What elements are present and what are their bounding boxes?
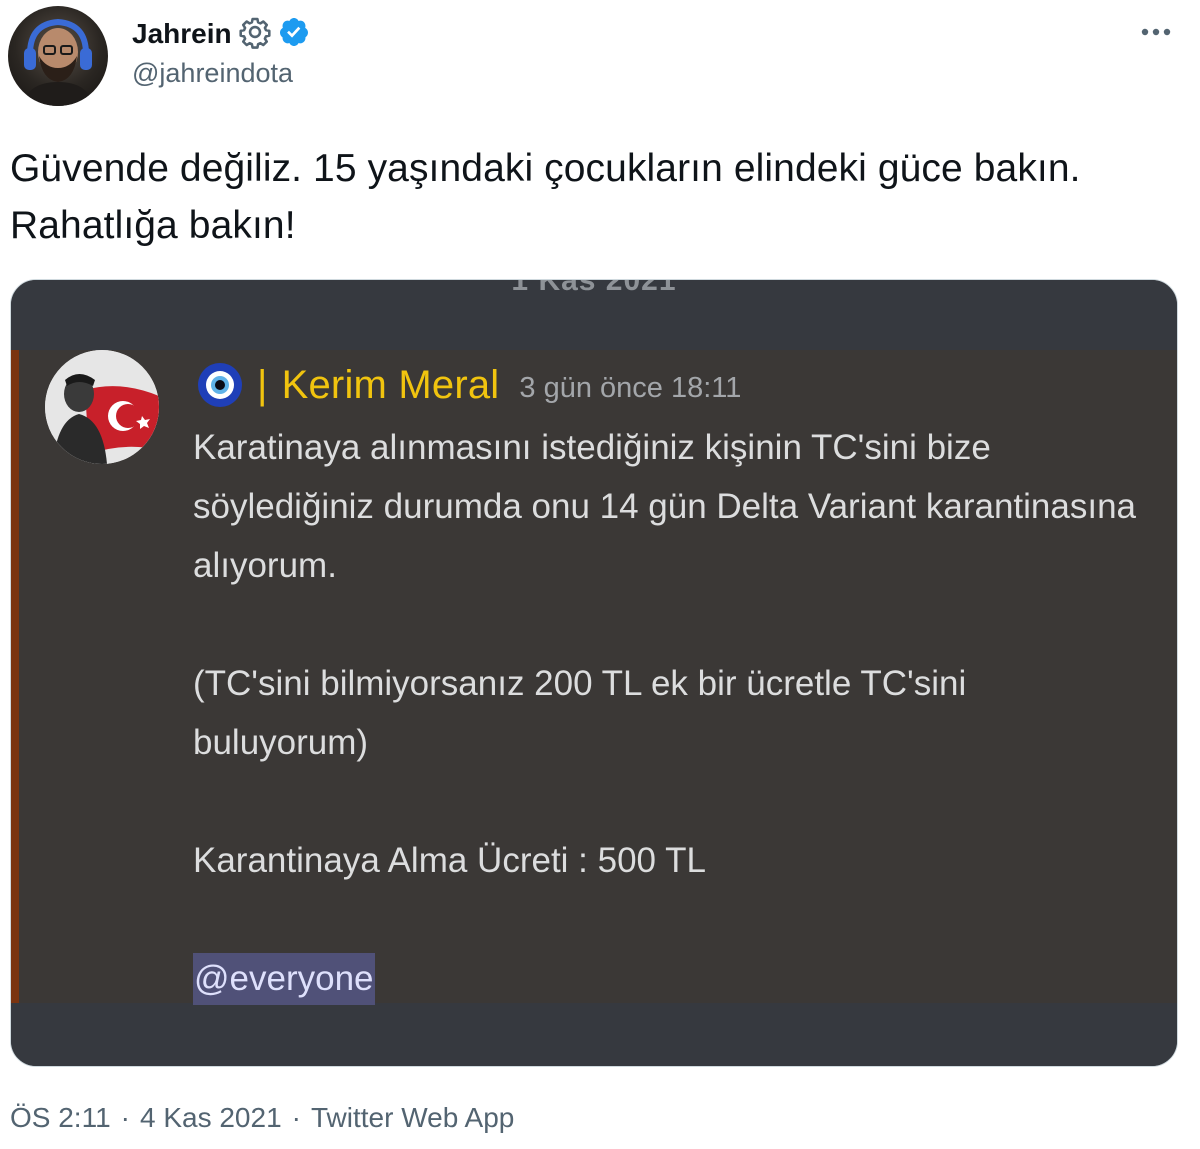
- tweet-time[interactable]: ÖS 2:11: [10, 1102, 111, 1134]
- discord-message-paragraph: Karantinaya Alma Ücreti : 500 TL: [193, 841, 706, 880]
- tweet-source-link[interactable]: Twitter Web App: [311, 1102, 514, 1134]
- more-options-icon[interactable]: [1136, 14, 1176, 50]
- meta-separator: ·: [291, 1102, 301, 1133]
- verified-badge-icon: [278, 16, 310, 53]
- discord-message-body: Karatinaya alınmasını istediğiniz kişini…: [193, 418, 1143, 1008]
- author-display-name[interactable]: Jahrein: [132, 18, 232, 50]
- discord-bottom-bar: [11, 1003, 1177, 1066]
- everyone-mention: @everyone: [193, 953, 375, 1005]
- discord-message-header: | Kerim Meral 3 gün önce 18:11: [197, 358, 741, 412]
- tweet-text: Güvende değiliz. 15 yaşındaki çocukların…: [10, 147, 1081, 247]
- discord-author-prefix: |: [257, 362, 268, 407]
- gear-icon: [238, 15, 272, 54]
- discord-author-avatar: [45, 350, 159, 464]
- tweet-date[interactable]: 4 Kas 2021: [140, 1102, 282, 1134]
- discord-date-divider: 1 Kas 2021: [511, 279, 677, 297]
- tweet-media-image[interactable]: 1 Kas 2021 | Kerim Meral 3 gün önce 18:1…: [10, 279, 1178, 1067]
- meta-separator: ·: [120, 1102, 130, 1133]
- tweet-metadata: ÖS 2:11 · 4 Kas 2021 · Twitter Web App: [10, 1102, 514, 1134]
- nazar-icon: [197, 362, 243, 408]
- author-avatar[interactable]: [8, 6, 108, 106]
- discord-author-name: Kerim Meral: [281, 362, 500, 407]
- discord-message-timestamp: 3 gün önce 18:11: [519, 371, 742, 404]
- author-name-row: Jahrein: [132, 14, 310, 54]
- discord-message-paragraph: Karatinaya alınmasını istediğiniz kişini…: [193, 428, 1137, 585]
- discord-message-paragraph: (TC'sini bilmiyorsanız 200 TL ek bir ücr…: [193, 664, 967, 762]
- discord-top-bar: 1 Kas 2021: [11, 280, 1177, 350]
- author-handle[interactable]: @jahreindota: [132, 58, 293, 89]
